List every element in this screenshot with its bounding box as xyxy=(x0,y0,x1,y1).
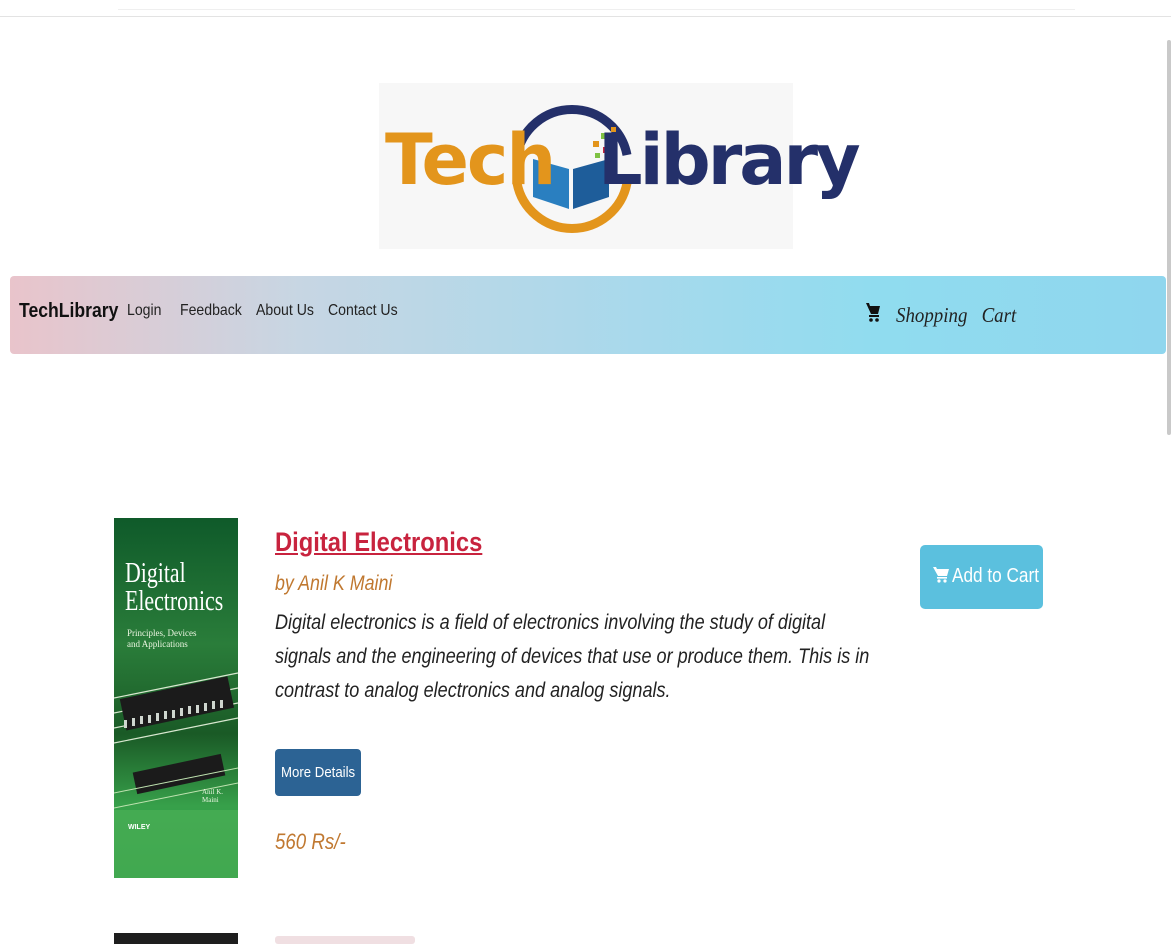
cover-title: Digital Electronics xyxy=(125,558,224,617)
cart-icon xyxy=(933,567,949,583)
nav-link-feedback[interactable]: Feedback xyxy=(180,302,242,320)
add-to-cart-button[interactable]: Add to Cart xyxy=(920,545,1043,609)
site-logo: Tech Library xyxy=(379,83,861,249)
next-book-title[interactable] xyxy=(275,936,415,944)
top-divider-inner xyxy=(118,9,1075,10)
more-details-button[interactable]: More Details xyxy=(275,749,361,796)
top-divider xyxy=(0,16,1171,17)
nav-link-about-us[interactable]: About Us xyxy=(256,302,314,320)
scrollbar-thumb[interactable] xyxy=(1167,40,1171,435)
book-title-link[interactable]: Digital Electronics xyxy=(275,527,482,558)
cart-icon xyxy=(866,303,880,322)
nav-link-contact-us[interactable]: Contact Us xyxy=(328,302,398,320)
book-author: by Anil K Maini xyxy=(275,572,393,595)
cover-subtitle: Principles, Devices and Applications xyxy=(127,628,197,649)
book-description: Digital electronics is a field of electr… xyxy=(275,611,870,702)
more-details-label: More Details xyxy=(280,764,356,781)
logo-word-library: Library xyxy=(598,119,861,201)
book-cover-image[interactable]: Digital Electronics Principles, Devices … xyxy=(114,518,238,878)
shopping-cart-label: Shopping Cart xyxy=(896,303,1017,327)
top-navbar: TechLibrary Login Feedback About Us Cont… xyxy=(10,276,1166,354)
cover-bottom-band xyxy=(114,810,238,878)
nav-link-login[interactable]: Login xyxy=(127,302,161,320)
next-book-cover-image[interactable] xyxy=(114,933,238,944)
logo-word-tech: Tech xyxy=(385,119,556,201)
navbar-brand[interactable]: TechLibrary xyxy=(19,300,118,323)
book-price: 560 Rs/- xyxy=(275,829,346,854)
cover-publisher: WILEY xyxy=(128,824,151,831)
cover-author: Anil K. Maini xyxy=(202,788,223,804)
add-to-cart-label: Add to Cart xyxy=(952,565,1040,587)
